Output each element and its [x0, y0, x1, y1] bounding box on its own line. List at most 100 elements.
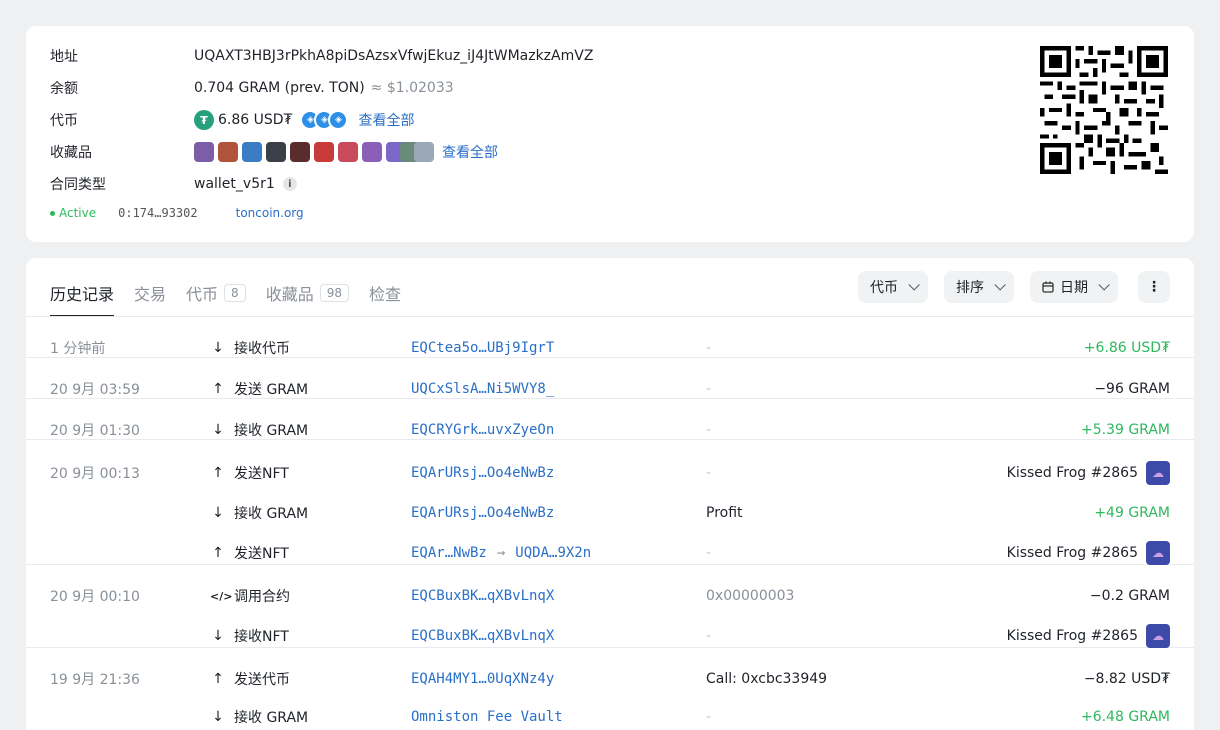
balance-label: 余额	[50, 81, 78, 97]
tab-bar: 历史记录 交易 代币 8 收藏品 98 检查	[50, 276, 421, 317]
collectibles-label: 收藏品	[50, 145, 92, 161]
tab-transactions[interactable]: 交易	[134, 276, 166, 316]
address-link[interactable]: EQCtea5o…UBj9IgrT	[411, 340, 554, 356]
arrow-down-icon: ↓	[212, 709, 224, 725]
nft-thumbnail[interactable]	[414, 142, 434, 162]
tab-label: 交易	[134, 285, 167, 304]
address-link[interactable]: EQAr…NwBz	[411, 545, 487, 561]
transaction-amount: −0.2 GRAM	[1090, 588, 1170, 604]
nft-thumbnail-icon[interactable]: ☁	[1146, 461, 1170, 485]
transaction-row[interactable]: ↑ 发送NFT EQAr…NwBz → UQDA…9X2n - Kissed Frog #2…	[26, 541, 1194, 565]
address-link[interactable]: EQArURsj…Oo4eNwBz	[411, 465, 554, 481]
transaction-amount: +6.86 USD₮	[1084, 340, 1170, 356]
tab-label: 历史记录	[50, 285, 115, 304]
tokens-amount: 6.86 USD₮	[218, 112, 293, 128]
transaction-row[interactable]: ↓ 接收NFT EQCBuxBK…qXBvLnqX - Kissed Frog #286…	[26, 624, 1194, 648]
transaction-type-label: 发送 GRAM	[234, 382, 309, 398]
transaction-address: EQCRYGrk…uvxZyeOn	[411, 422, 554, 438]
amount-value: +6.86 USD₮	[1083, 340, 1170, 356]
transaction-comment: -	[706, 545, 712, 561]
transaction-address: EQAH4MY1…0UqXNz4y	[411, 671, 554, 687]
nft-thumbnail[interactable]	[194, 142, 214, 162]
transaction-row[interactable]: 1 分钟前 ↓ 接收代币 EQCtea5o…UBj9IgrT - +6.86 USD₮	[26, 337, 1194, 359]
amount-value: +5.39 GRAM	[1080, 422, 1170, 438]
nft-thumbnail[interactable]	[218, 142, 238, 162]
transaction-amount: Kissed Frog #2865 ☁	[1007, 541, 1170, 565]
transaction-address: EQCBuxBK…qXBvLnqX	[411, 628, 554, 644]
nft-thumbnail[interactable]	[266, 142, 286, 162]
more-options-button[interactable]: ⋮	[1138, 271, 1170, 303]
collectibles-view-all-link[interactable]: 查看全部	[442, 142, 498, 162]
arrow-up-icon: ↑	[212, 381, 224, 397]
nft-thumbnail[interactable]	[362, 142, 382, 162]
nft-thumbnail[interactable]	[242, 142, 262, 162]
nft-thumbnail[interactable]	[290, 142, 310, 162]
balance-fiat: ≈ $1.02033	[370, 80, 454, 96]
tab-history[interactable]: 历史记录	[50, 276, 115, 317]
transaction-address: UQCxSlsA…Ni5WVY8_	[411, 381, 554, 397]
tokens-view-all-link[interactable]: 查看全部	[358, 110, 414, 130]
address-link[interactable]: UQDA…9X2n	[515, 545, 591, 561]
transaction-type: ↓ 接收 GRAM	[210, 707, 308, 727]
nft-thumbnail[interactable]	[314, 142, 334, 162]
transaction-row[interactable]: ↓ 接收 GRAM EQArURsj…Oo4eNwBz Profit +49 GRAM	[26, 502, 1194, 524]
transaction-time: 1 分钟前	[50, 341, 106, 357]
transaction-address: Omniston Fee Vault	[411, 709, 563, 725]
date-filter-dropdown[interactable]: 日期	[1030, 271, 1118, 303]
transaction-comment: -	[706, 465, 712, 481]
amount-value: Kissed Frog #2865	[1006, 628, 1138, 644]
transaction-type: ↑ 发送NFT	[210, 463, 289, 483]
contract-type: wallet_v5r1	[194, 176, 275, 192]
transaction-amount: −96 GRAM	[1094, 381, 1170, 397]
qr-code-icon[interactable]	[1040, 46, 1168, 174]
transaction-type-label: 发送代币	[234, 672, 290, 688]
transaction-row[interactable]: 20 9月 01:30 ↓ 接收 GRAM EQCRYGrk…uvxZyeOn - +5.…	[26, 419, 1194, 441]
transaction-row[interactable]: 20 9月 03:59 ↑ 发送 GRAM UQCxSlsA…Ni5WVY8_ - −96…	[26, 378, 1194, 400]
transaction-type: </> 调用合约	[210, 586, 290, 606]
tokens-value: ₮ 6.86 USD₮ ◈ ◈ ◈ 查看全部	[194, 110, 414, 130]
nft-thumbnail[interactable]	[338, 142, 358, 162]
transaction-comment: -	[706, 422, 712, 438]
nft-thumbnail-icon[interactable]: ☁	[1146, 624, 1170, 648]
transaction-comment: -	[706, 340, 712, 356]
transaction-type: ↑ 发送NFT	[210, 543, 289, 563]
address-link[interactable]: EQAH4MY1…0UqXNz4y	[411, 671, 554, 687]
contract-label: 合同类型	[50, 177, 106, 193]
chevron-down-icon	[1098, 279, 1110, 291]
transaction-row[interactable]: ↓ 接收 GRAM Omniston Fee Vault - +6.48 GRAM	[26, 706, 1194, 728]
address-link[interactable]: EQArURsj…Oo4eNwBz	[411, 505, 554, 521]
transaction-time: 20 9月 00:13	[50, 466, 140, 482]
transaction-row[interactable]: 20 9月 00:10 </> 调用合约 EQCBuxBK…qXBvLnqX 0x000…	[26, 585, 1194, 607]
tab-tokens[interactable]: 代币 8	[186, 276, 246, 316]
arrow-down-icon: ↓	[212, 628, 224, 644]
transaction-address: EQArURsj…Oo4eNwBz	[411, 505, 554, 521]
transaction-time: 19 9月 21:36	[50, 672, 140, 688]
address-link[interactable]: Omniston Fee Vault	[411, 709, 563, 725]
nft-thumbnail-icon[interactable]: ☁	[1146, 541, 1170, 565]
transaction-type-label: 调用合约	[234, 589, 290, 605]
arrow-down-icon: ↓	[212, 340, 224, 356]
transaction-row[interactable]: 20 9月 00:13 ↑ 发送NFT EQArURsj…Oo4eNwBz - Kisse…	[26, 461, 1194, 485]
transaction-address: EQArURsj…Oo4eNwBz	[411, 465, 554, 481]
raw-address[interactable]: 0:174…93302	[118, 206, 197, 220]
amount-value: −8.82 USD₮	[1083, 671, 1170, 687]
tab-inspect[interactable]: 检查	[369, 276, 401, 316]
token-filter-dropdown[interactable]: 代币	[858, 271, 928, 303]
address-link[interactable]: UQCxSlsA…Ni5WVY8_	[411, 381, 554, 397]
transaction-type-label: 接收NFT	[234, 629, 289, 645]
address-value[interactable]: UQAXT3HBJ3rPkhA8piDsAzsxVfwjEkuz_iJ4JtWM…	[194, 48, 593, 64]
transaction-time: 20 9月 00:10	[50, 589, 140, 605]
tab-collectibles[interactable]: 收藏品 98	[266, 276, 349, 316]
transaction-row[interactable]: 19 9月 21:36 ↑ 发送代币 EQAH4MY1…0UqXNz4y Call: 0…	[26, 668, 1194, 690]
arrow-up-icon: ↑	[212, 545, 224, 561]
domain-link[interactable]: toncoin.org	[236, 206, 304, 220]
transaction-type: ↓ 接收代币	[210, 338, 290, 358]
address-link[interactable]: EQCRYGrk…uvxZyeOn	[411, 422, 554, 438]
status-dot-icon	[50, 210, 55, 216]
sort-dropdown[interactable]: 排序	[944, 271, 1014, 303]
info-icon[interactable]: i	[282, 177, 297, 191]
transaction-time: 20 9月 01:30	[50, 423, 140, 439]
address-link[interactable]: EQCBuxBK…qXBvLnqX	[411, 588, 554, 604]
transaction-amount: +49 GRAM	[1094, 505, 1170, 521]
address-link[interactable]: EQCBuxBK…qXBvLnqX	[411, 628, 554, 644]
